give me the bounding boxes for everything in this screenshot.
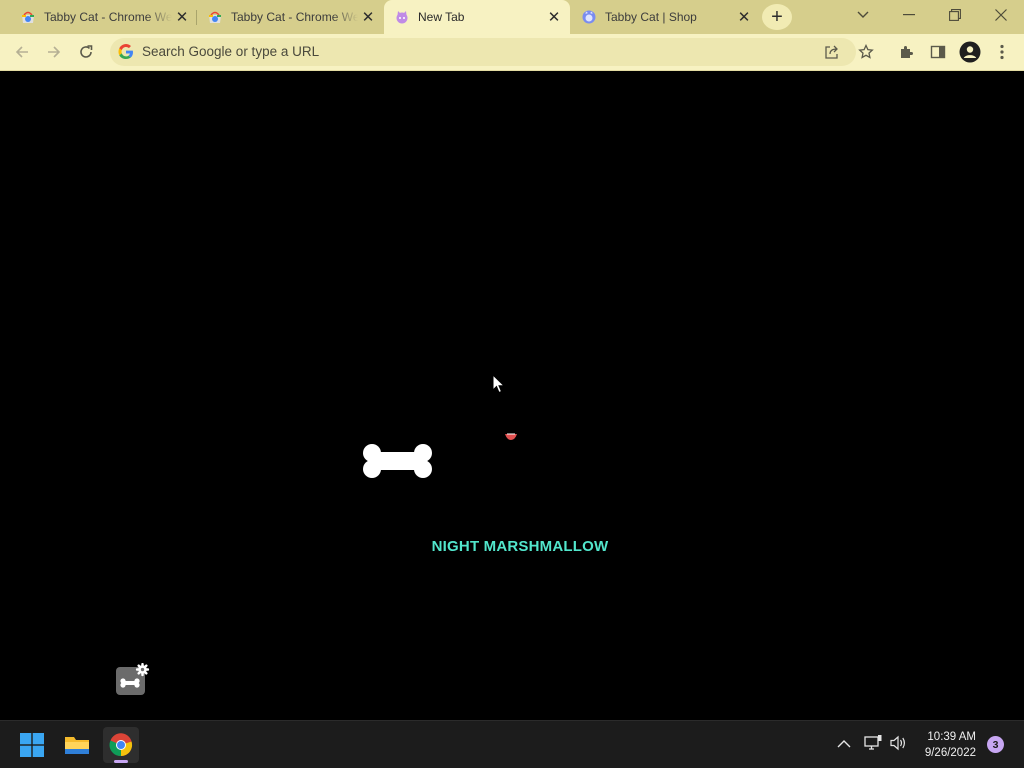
minimize-button[interactable]: [886, 0, 932, 30]
tab-strip: Tabby Cat - Chrome Web Store ✕ Tabby Cat…: [0, 0, 1024, 34]
tab-title: Tabby Cat | Shop: [605, 10, 697, 24]
cat-name-label[interactable]: NIGHT MARSHMALLOW: [0, 538, 1024, 555]
side-panel-icon[interactable]: [925, 39, 951, 65]
tabby-cat-icon: [394, 9, 410, 25]
close-icon[interactable]: ✕: [734, 7, 754, 27]
system-clock[interactable]: 10:39 AM 9/26/2022: [925, 729, 976, 761]
windows-start-icon[interactable]: [14, 727, 50, 763]
chevron-up-icon[interactable]: [837, 736, 851, 754]
tab-3[interactable]: New Tab ✕: [384, 0, 570, 34]
tab-4[interactable]: Tabby Cat | Shop ✕: [576, 0, 754, 34]
reload-icon[interactable]: [73, 39, 99, 65]
chrome-web-store-icon: [207, 9, 223, 25]
share-icon[interactable]: [824, 44, 840, 65]
gear-icon: [135, 662, 150, 677]
more-menu-icon[interactable]: [989, 39, 1015, 65]
tab-divider: [196, 10, 197, 25]
close-window-button[interactable]: [978, 0, 1024, 30]
plus-icon: +: [771, 5, 783, 28]
back-arrow-icon[interactable]: [9, 39, 35, 65]
tab-search-icon[interactable]: [840, 0, 886, 30]
restore-button[interactable]: [932, 0, 978, 30]
new-tab-button[interactable]: +: [762, 4, 792, 30]
close-icon[interactable]: ✕: [358, 7, 378, 27]
tab-title: New Tab: [418, 10, 465, 24]
volume-icon[interactable]: [889, 735, 907, 756]
chrome-web-store-icon: [20, 9, 36, 25]
clock-time: 10:39 AM: [927, 731, 976, 743]
bookmark-star-icon[interactable]: [853, 39, 879, 65]
google-g-icon: [118, 44, 134, 65]
new-tab-page: NIGHT MARSHMALLOW: [0, 71, 1024, 720]
profile-avatar-icon[interactable]: [957, 39, 983, 65]
bone-settings-button[interactable]: [114, 662, 150, 696]
extensions-puzzle-icon[interactable]: [893, 39, 919, 65]
address-bar[interactable]: Search Google or type a URL: [110, 38, 856, 66]
cat-mouth-icon: [505, 433, 517, 440]
bone-icon[interactable]: [362, 443, 434, 479]
windows-taskbar: 10:39 AM 9/26/2022 3: [0, 720, 1024, 768]
file-explorer-icon[interactable]: [59, 727, 95, 763]
clock-date: 9/26/2022: [924, 747, 976, 759]
forward-arrow-icon[interactable]: [41, 39, 67, 65]
browser-toolbar: Search Google or type a URL: [0, 34, 1024, 71]
notification-badge[interactable]: 3: [987, 736, 1004, 753]
address-bar-placeholder: Search Google or type a URL: [142, 44, 320, 59]
tab-title: Tabby Cat - Chrome Web Store: [231, 10, 358, 24]
tab-title: Tabby Cat - Chrome Web Store: [44, 10, 172, 24]
bone-icon: [120, 678, 140, 688]
close-icon[interactable]: ✕: [544, 7, 564, 27]
tab-1[interactable]: Tabby Cat - Chrome Web Store ✕: [14, 0, 192, 34]
network-icon[interactable]: [864, 735, 882, 756]
chrome-taskbar-icon[interactable]: [103, 727, 139, 763]
tabby-cat-shop-icon: [581, 9, 597, 25]
close-icon[interactable]: ✕: [172, 7, 192, 27]
mouse-cursor-icon: [492, 374, 506, 394]
tab-2[interactable]: Tabby Cat - Chrome Web Store ✕: [200, 0, 378, 34]
